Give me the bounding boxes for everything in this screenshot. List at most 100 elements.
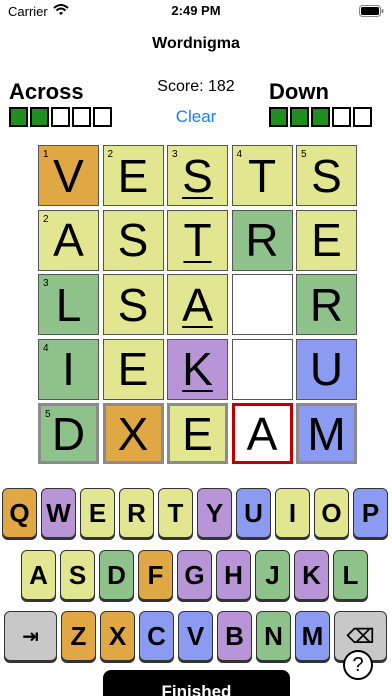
clue-number: 3 <box>172 149 178 160</box>
key-m[interactable]: M <box>295 611 330 661</box>
cell-letter: S <box>311 149 342 202</box>
key-d[interactable]: D <box>99 550 134 600</box>
across-progress <box>9 107 112 127</box>
cell-letter: T <box>183 214 212 266</box>
board-cell[interactable]: 3L <box>38 274 99 335</box>
board-cell[interactable] <box>231 338 293 400</box>
board-cell[interactable]: 2E <box>102 145 164 206</box>
across-progress-box <box>51 107 70 127</box>
cell-letter: K <box>182 343 213 395</box>
status-bar: Carrier 2:49 PM <box>0 0 392 24</box>
key-s[interactable]: S <box>60 550 95 600</box>
board-cell[interactable]: M <box>296 403 357 464</box>
cell-letter: R <box>309 278 344 331</box>
board-cell[interactable] <box>231 274 293 335</box>
cell-letter: E <box>182 407 213 460</box>
key-n[interactable]: N <box>256 611 291 661</box>
down-label: Down <box>269 79 329 104</box>
key-l[interactable]: L <box>333 550 368 600</box>
puzzle-board: 1V2E3S4T5S2ASTRE3LSAR4IEKU5DXEAM <box>38 145 358 465</box>
down-progress-box <box>311 107 330 127</box>
key-v[interactable]: V <box>178 611 213 661</box>
cell-letter: S <box>117 214 149 266</box>
battery-icon <box>359 5 384 17</box>
cell-letter: D <box>51 407 86 460</box>
key-a[interactable]: A <box>21 550 56 600</box>
across-progress-box <box>9 107 28 127</box>
cell-letter: A <box>53 214 84 266</box>
key-z[interactable]: Z <box>61 611 96 661</box>
key-h[interactable]: H <box>216 550 251 600</box>
cell-letter: E <box>117 343 149 395</box>
clue-number: 3 <box>43 278 49 289</box>
app-title: Wordnigma <box>152 35 240 52</box>
board-cell[interactable]: 5S <box>296 145 357 206</box>
cell-letter: V <box>53 149 84 202</box>
cell-letter: U <box>309 343 344 395</box>
clue-number: 4 <box>43 342 49 354</box>
help-button[interactable]: ? <box>343 650 373 680</box>
across-label: Across <box>9 79 84 104</box>
clue-number: 1 <box>43 149 49 160</box>
clue-number: 5 <box>45 409 51 420</box>
finished-button[interactable]: Finished <box>103 670 290 696</box>
clue-number: 5 <box>301 149 307 160</box>
key-u[interactable]: U <box>236 488 271 538</box>
clear-button[interactable]: Clear <box>150 107 242 127</box>
board-cell[interactable]: 1V <box>38 145 99 206</box>
board-cell[interactable]: 4I <box>38 338 99 400</box>
key-i[interactable]: I <box>275 488 310 538</box>
down-progress-box <box>353 107 372 127</box>
key-w[interactable]: W <box>41 488 76 538</box>
clue-number: 2 <box>107 149 114 160</box>
status-time: 2:49 PM <box>171 3 221 18</box>
cell-letter: S <box>182 149 213 202</box>
down-progress-box <box>269 107 288 127</box>
board-cell[interactable]: R <box>231 209 293 271</box>
key-p[interactable]: P <box>353 488 388 538</box>
board-cell[interactable]: U <box>296 338 357 400</box>
board-cell[interactable]: R <box>296 274 357 335</box>
down-progress-box <box>290 107 309 127</box>
clue-number: 2 <box>43 213 49 225</box>
clue-number: 4 <box>236 149 243 160</box>
key-k[interactable]: K <box>294 550 329 600</box>
board-cell[interactable]: 4T <box>231 145 293 206</box>
across-progress-box <box>30 107 49 127</box>
key-r[interactable]: R <box>119 488 154 538</box>
across-progress-box <box>93 107 112 127</box>
board-cell[interactable]: 2A <box>38 209 99 271</box>
key-b[interactable]: B <box>217 611 252 661</box>
board-cell[interactable]: 5D <box>38 403 99 464</box>
board-cell[interactable]: A <box>167 274 228 335</box>
cell-letter: A <box>182 278 213 331</box>
board-cell[interactable]: E <box>102 338 164 400</box>
key-g[interactable]: G <box>177 550 212 600</box>
key-x[interactable]: X <box>100 611 135 661</box>
key-q[interactable]: Q <box>2 488 37 538</box>
cell-letter: I <box>62 343 75 395</box>
tab-key-icon[interactable]: ⇥ <box>4 611 57 661</box>
key-t[interactable]: T <box>158 488 193 538</box>
down-progress-box <box>332 107 351 127</box>
key-f[interactable]: F <box>138 550 173 600</box>
key-j[interactable]: J <box>255 550 290 600</box>
board-cell[interactable]: X <box>102 403 164 464</box>
board-cell[interactable]: S <box>102 274 164 335</box>
cell-letter: A <box>246 407 278 460</box>
board-cell[interactable]: S <box>102 209 164 271</box>
cell-letter: T <box>247 149 277 202</box>
board-cell[interactable]: E <box>167 403 228 464</box>
key-y[interactable]: Y <box>197 488 232 538</box>
board-cell[interactable]: 3S <box>167 145 228 206</box>
cell-letter: X <box>117 407 149 460</box>
key-e[interactable]: E <box>80 488 115 538</box>
key-o[interactable]: O <box>314 488 349 538</box>
key-c[interactable]: C <box>139 611 174 661</box>
board-cell[interactable]: T <box>167 209 228 271</box>
down-progress <box>269 107 372 127</box>
board-cell[interactable]: K <box>167 338 228 400</box>
across-progress-box <box>72 107 91 127</box>
board-cell[interactable]: E <box>296 209 357 271</box>
board-cell[interactable]: A <box>231 403 293 464</box>
